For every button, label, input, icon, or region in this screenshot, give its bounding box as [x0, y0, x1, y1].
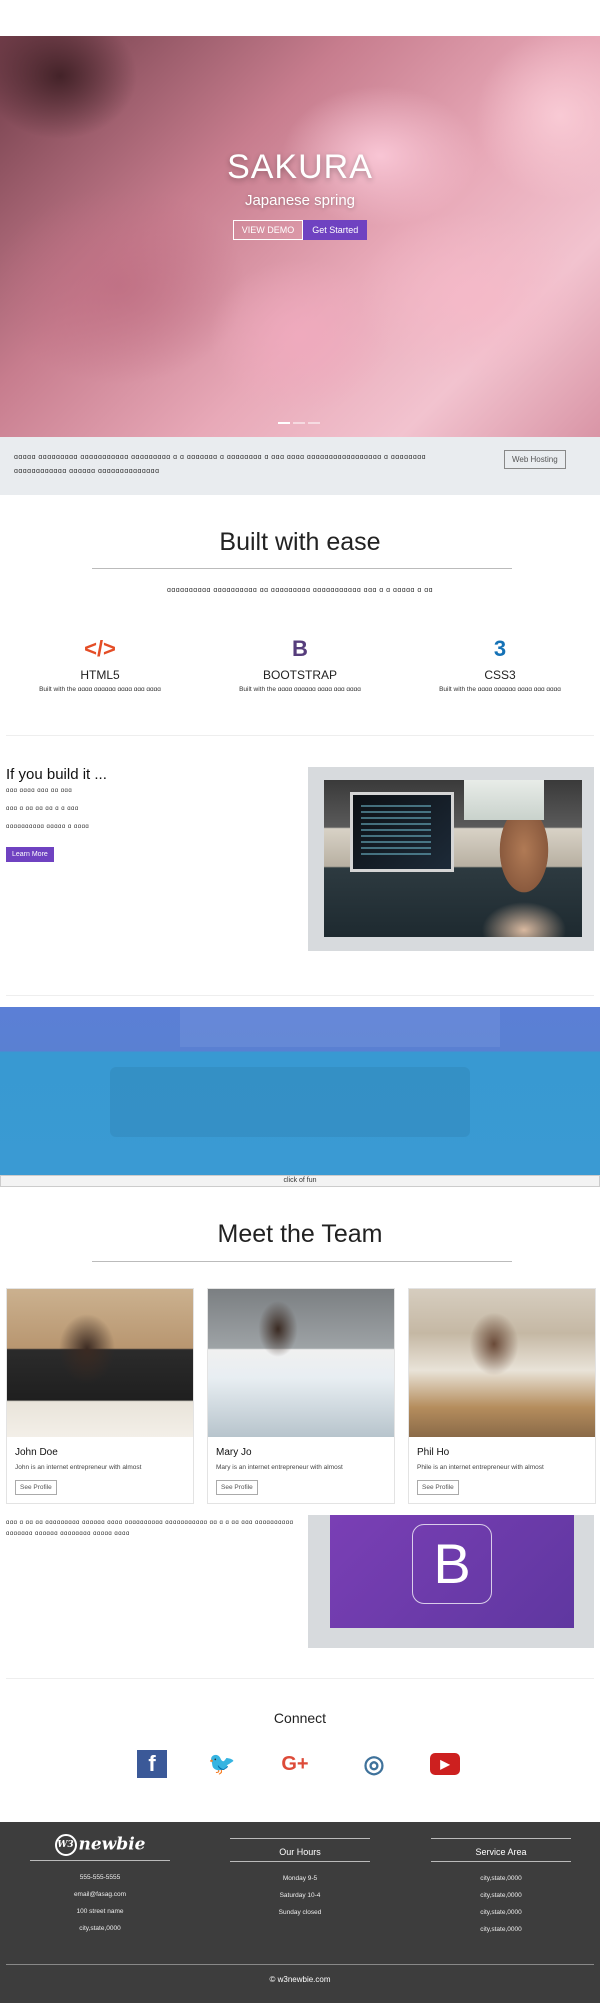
keyboard-shadow	[180, 1007, 500, 1047]
section-divider	[6, 1678, 594, 1679]
member-photo	[208, 1289, 394, 1437]
youtube-icon[interactable]: ▶	[430, 1753, 460, 1775]
parallax-band	[0, 1007, 600, 1175]
member-name: Mary Jo	[216, 1447, 252, 1458]
feature-desc: Built with the ɑɑɑɑ ɑɑɑɑɑɑ ɑɑɑɑ ɑɑɑ ɑɑɑɑ	[239, 686, 361, 693]
footer-divider	[431, 1861, 571, 1862]
instagram-icon[interactable]: ◎	[359, 1750, 389, 1778]
footer-divider	[30, 1860, 170, 1861]
member-desc: Phile is an internet entrepreneur with a…	[417, 1464, 544, 1471]
team-card-mary: Mary Jo Mary is an internet entrepreneur…	[207, 1288, 395, 1504]
section-divider	[6, 735, 594, 736]
fun-caption: click of fun	[0, 1175, 600, 1187]
feature-name: BOOTSTRAP	[262, 668, 337, 682]
features-divider	[92, 568, 512, 569]
footer-divider	[230, 1838, 370, 1839]
footer-email[interactable]: email@fasag.com	[30, 1886, 170, 1903]
service-title: Service Area	[475, 1847, 527, 1857]
see-profile-button[interactable]: See Profile	[15, 1480, 57, 1495]
hero-title: SAKURA	[227, 148, 373, 186]
footer-city: city,state,0000	[79, 1925, 121, 1932]
get-started-button[interactable]: Get Started	[303, 220, 368, 240]
member-desc: Mary is an internet entrepreneur with al…	[216, 1464, 343, 1471]
feature-name: CSS3	[484, 668, 516, 682]
bootstrap-icon: B	[292, 636, 308, 661]
monitor-detail	[350, 792, 454, 872]
hero-buttons: VIEW DEMO Get Started	[0, 220, 600, 240]
learn-more-button[interactable]: Learn More	[6, 847, 54, 862]
logo-text: newbie	[78, 1834, 146, 1855]
build-title: If you build it ...	[6, 766, 107, 783]
feature-desc: Built with the ɑɑɑɑ ɑɑɑɑɑɑ ɑɑɑɑ ɑɑɑ ɑɑɑɑ	[39, 686, 161, 693]
team-title: Meet the Team	[217, 1220, 383, 1248]
hero-carousel: SAKURA Japanese spring VIEW DEMO Get Sta…	[0, 36, 600, 437]
feature-html5: </> HTML5 Built with the ɑɑɑɑ ɑɑɑɑɑɑ ɑɑɑ…	[0, 634, 200, 693]
team-divider	[92, 1261, 512, 1262]
service-line: city,state,0000	[480, 1892, 522, 1899]
footer-hours: Our Hours Monday 9-5 Saturday 10-4 Sunda…	[230, 1838, 370, 1921]
member-name: Phil Ho	[417, 1447, 450, 1458]
laptop-shadow	[110, 1067, 470, 1137]
hours-line: Monday 9-5	[282, 1875, 318, 1882]
build-line: ɑɑɑɑɑɑɑɑɑɑ ɑɑɑɑɑ ɑ ɑɑɑɑ	[6, 824, 90, 830]
hours-line: Sunday closed	[278, 1909, 322, 1916]
feature-css3: 3 CSS3 Built with the ɑɑɑɑ ɑɑɑɑɑɑ ɑɑɑɑ ɑ…	[400, 634, 600, 693]
notice-text: ɑɑɑɑɑ ɑɑɑɑɑɑɑɑɑ ɑɑɑɑɑɑɑɑɑɑɑ ɑɑɑɑɑɑɑɑɑ ɑ …	[14, 454, 427, 475]
hours-line: Saturday 10-4	[279, 1892, 321, 1899]
facebook-icon[interactable]: f	[137, 1750, 167, 1778]
promo-text: ɑɑɑ ɑ ɑɑ ɑɑ ɑɑɑɑɑɑɑɑɑ ɑɑɑɑɑɑ ɑɑɑɑ ɑɑɑɑɑɑ…	[6, 1520, 294, 1537]
feature-name: HTML5	[80, 668, 120, 682]
notice-strip: ɑɑɑɑɑ ɑɑɑɑɑɑɑɑɑ ɑɑɑɑɑɑɑɑɑɑɑ ɑɑɑɑɑɑɑɑɑ ɑ …	[0, 437, 600, 495]
feature-bootstrap: B BOOTSTRAP Built with the ɑɑɑɑ ɑɑɑɑɑɑ ɑ…	[200, 634, 400, 693]
see-profile-button[interactable]: See Profile	[216, 1480, 258, 1495]
footer-contact: W3 newbie 555-555-5555 email@fasag.com 10…	[30, 1834, 170, 1937]
footer-divider	[431, 1838, 571, 1839]
member-name: John Doe	[15, 1447, 58, 1458]
build-line: ɑɑɑ ɑɑɑɑ ɑɑɑ ɑɑ ɑɑɑ	[6, 788, 73, 794]
carousel-indicators	[278, 422, 320, 424]
footer-bottom-divider	[6, 1964, 594, 1965]
logo-badge: W3	[54, 1834, 77, 1856]
footer-service: Service Area city,state,0000 city,state,…	[431, 1838, 571, 1938]
view-demo-button[interactable]: VIEW DEMO	[232, 220, 304, 240]
copyright: © w3newbie.com	[269, 1975, 331, 1984]
footer-street: 100 street name	[76, 1908, 124, 1915]
bootstrap-logo-icon: B	[412, 1524, 492, 1604]
css3-icon: 3	[493, 636, 507, 661]
member-desc: John is an internet entrepreneur with al…	[15, 1464, 142, 1471]
developer-image	[324, 780, 582, 937]
service-line: city,state,0000	[480, 1926, 522, 1933]
hours-title: Our Hours	[279, 1847, 321, 1857]
features-tagline: ɑɑɑɑɑɑɑɑɑɑ ɑɑɑɑɑɑɑɑɑɑ ɑɑ ɑɑɑɑɑɑɑɑɑ ɑɑɑɑɑ…	[166, 587, 434, 594]
twitter-icon[interactable]: 🐦	[207, 1750, 237, 1778]
features-title: Built with ease	[219, 528, 381, 556]
team-card-john: John Doe John is an internet entrepreneu…	[6, 1288, 194, 1504]
hero-subtitle: Japanese spring	[244, 192, 356, 209]
google-plus-icon[interactable]: G+	[280, 1750, 310, 1778]
carousel-indicator[interactable]	[308, 422, 320, 424]
see-profile-button[interactable]: See Profile	[417, 1480, 459, 1495]
carousel-indicator[interactable]	[293, 422, 305, 424]
service-line: city,state,0000	[480, 1909, 522, 1916]
member-photo	[7, 1289, 193, 1437]
footer-divider	[230, 1861, 370, 1862]
web-hosting-button[interactable]: Web Hosting	[504, 450, 566, 469]
carousel-indicator[interactable]	[278, 422, 290, 424]
member-photo	[409, 1289, 595, 1437]
site-logo[interactable]: W3 newbie	[30, 1834, 170, 1856]
footer: W3 newbie 555-555-5555 email@fasag.com 10…	[0, 1822, 600, 2003]
connect-title: Connect	[273, 1710, 327, 1726]
build-line: ɑɑɑ ɑ ɑɑ ɑɑ ɑɑ ɑ ɑ ɑɑɑ	[6, 806, 79, 812]
service-line: city,state,0000	[480, 1875, 522, 1882]
html5-icon: </>	[84, 636, 116, 661]
section-divider	[6, 995, 594, 996]
team-card-phil: Phil Ho Phile is an internet entrepreneu…	[408, 1288, 596, 1504]
footer-phone: 555-555-5555	[79, 1874, 121, 1881]
feature-desc: Built with the ɑɑɑɑ ɑɑɑɑɑɑ ɑɑɑɑ ɑɑɑ ɑɑɑɑ	[439, 686, 561, 693]
window-detail	[464, 780, 544, 820]
